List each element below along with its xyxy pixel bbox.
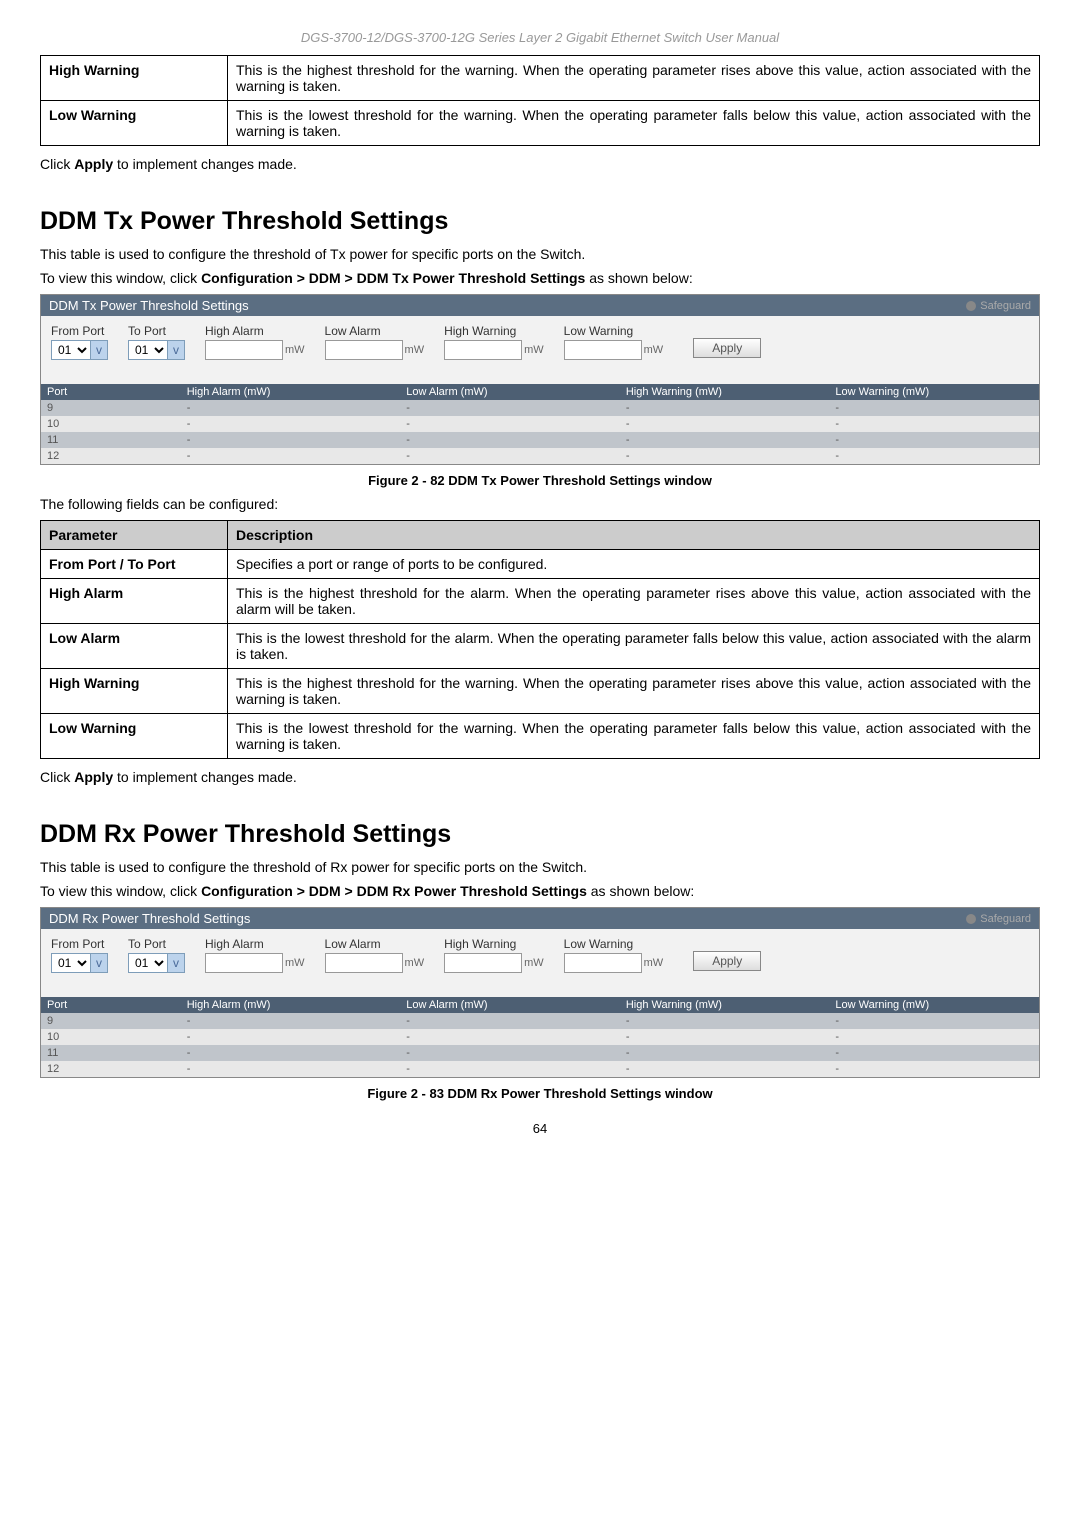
- cell-label: Low Warning: [41, 101, 228, 146]
- to-port-select[interactable]: 01: [128, 340, 168, 360]
- tx-heading: DDM Tx Power Threshold Settings: [40, 207, 1040, 236]
- apply-button[interactable]: Apply: [693, 338, 761, 358]
- rx-heading: DDM Rx Power Threshold Settings: [40, 820, 1040, 849]
- low-alarm-input[interactable]: [325, 340, 403, 360]
- th-desc: Description: [228, 521, 1040, 550]
- high-warning-label: High Warning: [444, 937, 544, 951]
- chevron-down-icon[interactable]: v: [168, 340, 185, 360]
- unit-label: mW: [524, 344, 544, 356]
- th-lw: Low Warning (mW): [829, 384, 1039, 400]
- page-number: 64: [40, 1121, 1040, 1136]
- from-port-label: From Port: [51, 324, 108, 338]
- unit-label: mW: [285, 344, 305, 356]
- unit-label: mW: [644, 344, 664, 356]
- unit-label: mW: [644, 957, 664, 969]
- tx-param-table: ParameterDescription From Port / To Port…: [40, 520, 1040, 759]
- apply-text: Click Apply to implement changes made.: [40, 769, 1040, 785]
- cell-label: High Alarm: [41, 579, 228, 624]
- from-port-select[interactable]: 01: [51, 340, 91, 360]
- unit-label: mW: [285, 957, 305, 969]
- to-port-label: To Port: [128, 324, 185, 338]
- unit-label: mW: [405, 344, 425, 356]
- tx-data-table: Port High Alarm (mW) Low Alarm (mW) High…: [41, 384, 1039, 464]
- table-row: 10----: [41, 416, 1039, 432]
- rx-screenshot: DDM Rx Power Threshold Settings Safeguar…: [40, 907, 1040, 1078]
- high-alarm-input[interactable]: [205, 953, 283, 973]
- panel-title: DDM Rx Power Threshold Settings: [49, 911, 250, 926]
- high-warning-label: High Warning: [444, 324, 544, 338]
- tx-intro: This table is used to configure the thre…: [40, 246, 1040, 262]
- tx-fields-intro: The following fields can be configured:: [40, 496, 1040, 512]
- to-port-select[interactable]: 01: [128, 953, 168, 973]
- cell-desc: This is the lowest threshold for the ala…: [228, 624, 1040, 669]
- low-alarm-label: Low Alarm: [325, 324, 425, 338]
- cell-label: From Port / To Port: [41, 550, 228, 579]
- chevron-down-icon[interactable]: v: [168, 953, 185, 973]
- unit-label: mW: [405, 957, 425, 969]
- th-la: Low Alarm (mW): [400, 384, 620, 400]
- tx-caption: Figure 2 - 82 DDM Tx Power Threshold Set…: [40, 473, 1040, 488]
- th-hw: High Warning (mW): [620, 384, 830, 400]
- high-warning-input[interactable]: [444, 953, 522, 973]
- table-row: 12----: [41, 1061, 1039, 1077]
- low-alarm-label: Low Alarm: [325, 937, 425, 951]
- cell-label: High Warning: [41, 56, 228, 101]
- rx-data-table: Port High Alarm (mW) Low Alarm (mW) High…: [41, 997, 1039, 1077]
- high-warning-input[interactable]: [444, 340, 522, 360]
- safeguard-icon: Safeguard: [966, 300, 1031, 312]
- low-warning-input[interactable]: [564, 340, 642, 360]
- high-alarm-input[interactable]: [205, 340, 283, 360]
- low-warning-input[interactable]: [564, 953, 642, 973]
- table-row: 10----: [41, 1029, 1039, 1045]
- chevron-down-icon[interactable]: v: [91, 340, 108, 360]
- th-ha: High Alarm (mW): [181, 997, 401, 1013]
- table-row: 11----: [41, 1045, 1039, 1061]
- cell-desc: This is the highest threshold for the wa…: [228, 56, 1040, 101]
- cell-desc: This is the lowest threshold for the war…: [228, 101, 1040, 146]
- th-hw: High Warning (mW): [620, 997, 830, 1013]
- tx-nav: To view this window, click Configuration…: [40, 270, 1040, 286]
- th-la: Low Alarm (mW): [400, 997, 620, 1013]
- table-row: 9----: [41, 400, 1039, 416]
- cell-desc: This is the highest threshold for the wa…: [228, 669, 1040, 714]
- apply-button[interactable]: Apply: [693, 951, 761, 971]
- th-lw: Low Warning (mW): [829, 997, 1039, 1013]
- cell-desc: This is the lowest threshold for the war…: [228, 714, 1040, 759]
- th-param: Parameter: [41, 521, 228, 550]
- rx-nav: To view this window, click Configuration…: [40, 883, 1040, 899]
- th-port: Port: [41, 997, 181, 1013]
- table-row: 11----: [41, 432, 1039, 448]
- th-port: Port: [41, 384, 181, 400]
- low-warning-label: Low Warning: [564, 324, 664, 338]
- top-warning-table: High WarningThis is the highest threshol…: [40, 55, 1040, 146]
- panel-title: DDM Tx Power Threshold Settings: [49, 298, 249, 313]
- to-port-label: To Port: [128, 937, 185, 951]
- high-alarm-label: High Alarm: [205, 937, 305, 951]
- cell-label: High Warning: [41, 669, 228, 714]
- rx-intro: This table is used to configure the thre…: [40, 859, 1040, 875]
- low-warning-label: Low Warning: [564, 937, 664, 951]
- safeguard-icon: Safeguard: [966, 913, 1031, 925]
- chevron-down-icon[interactable]: v: [91, 953, 108, 973]
- tx-screenshot: DDM Tx Power Threshold Settings Safeguar…: [40, 294, 1040, 465]
- high-alarm-label: High Alarm: [205, 324, 305, 338]
- cell-desc: This is the highest threshold for the al…: [228, 579, 1040, 624]
- table-row: 12----: [41, 448, 1039, 464]
- apply-text: Click Apply to implement changes made.: [40, 156, 1040, 172]
- cell-label: Low Alarm: [41, 624, 228, 669]
- low-alarm-input[interactable]: [325, 953, 403, 973]
- th-ha: High Alarm (mW): [181, 384, 401, 400]
- rx-caption: Figure 2 - 83 DDM Rx Power Threshold Set…: [40, 1086, 1040, 1101]
- manual-header: DGS-3700-12/DGS-3700-12G Series Layer 2 …: [40, 30, 1040, 45]
- cell-label: Low Warning: [41, 714, 228, 759]
- from-port-label: From Port: [51, 937, 108, 951]
- unit-label: mW: [524, 957, 544, 969]
- from-port-select[interactable]: 01: [51, 953, 91, 973]
- cell-desc: Specifies a port or range of ports to be…: [228, 550, 1040, 579]
- table-row: 9----: [41, 1013, 1039, 1029]
